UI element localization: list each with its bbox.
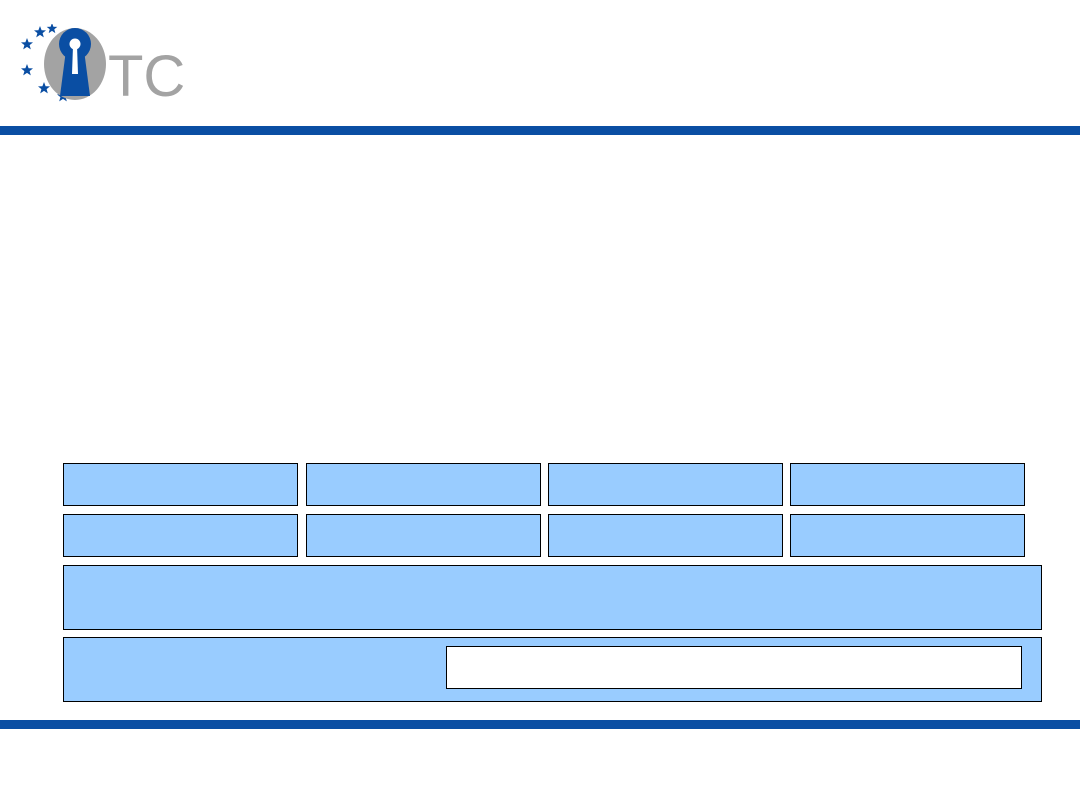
star-icon (46, 24, 58, 34)
diagram-cell-row2-col3 (548, 514, 783, 557)
star-icon (21, 64, 33, 76)
diagram-layer-base (63, 637, 1042, 702)
star-icon (21, 38, 33, 50)
header-divider-band (0, 126, 1080, 135)
diagram-cell-row2-col2 (306, 514, 541, 557)
diagram-layer-wide (63, 565, 1042, 630)
diagram-base-inner-box (446, 646, 1022, 689)
diagram-cell-row1-col2 (306, 463, 541, 506)
diagram-cell-row2-col1 (63, 514, 298, 557)
logo-text: TC (108, 44, 185, 109)
star-icon (38, 82, 50, 94)
diagram-cell-row1-col3 (548, 463, 783, 506)
diagram-cell-row2-col4 (790, 514, 1025, 557)
star-icon (34, 26, 46, 38)
itc-logo: TC (21, 24, 185, 109)
diagram-cell-row1-col1 (63, 463, 298, 506)
diagram-cell-row1-col4 (790, 463, 1025, 506)
footer-divider-band (0, 720, 1080, 729)
